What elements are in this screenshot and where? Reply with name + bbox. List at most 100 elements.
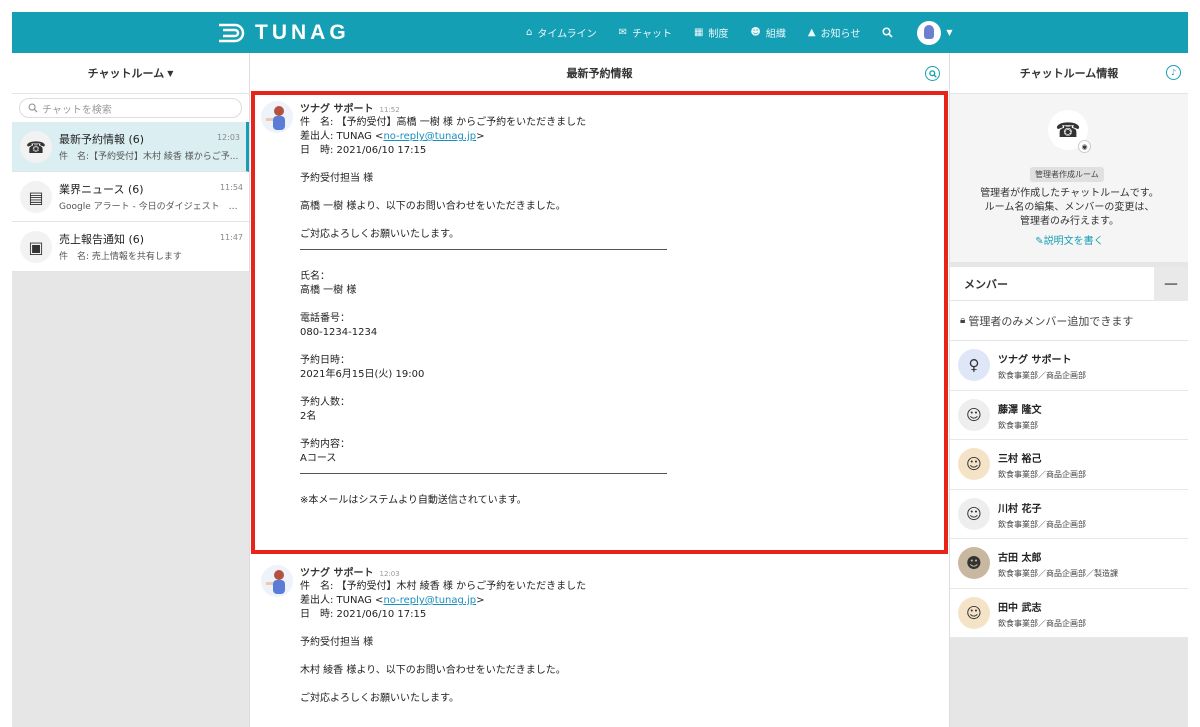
message-time: 12:03	[379, 570, 400, 578]
member-item[interactable]: ☺ 三村 裕己 飲食事業部／商品企画部	[950, 440, 1188, 490]
top-navigation-bar: TUNAG ⌂ タイムライン ✉ チャット ▦ 制度 ☻ 組織 ▲ お知らせ ▼	[12, 12, 1188, 53]
member-avatar: ♀	[958, 349, 990, 381]
members-header: メンバー —	[950, 267, 1188, 301]
chevron-down-icon: ▼	[167, 68, 174, 78]
home-icon: ⌂	[526, 27, 533, 38]
nav-label: チャット	[632, 29, 672, 40]
room-description: 管理者が作成したチャットルームです。 ルーム名の編集、メンバーの変更は、 管理者…	[962, 187, 1177, 229]
member-name: ツナグ サポート	[998, 355, 1072, 366]
date-line: 日 時: 2021/06/10 17:15	[300, 609, 427, 620]
phone-label: 電話番号：	[300, 313, 350, 324]
nav-timeline[interactable]: ⌂ タイムライン	[526, 25, 597, 40]
message-sender: ツナグ サポート 12:03	[300, 564, 400, 579]
member-name: 藤澤 隆文	[998, 404, 1042, 416]
room-info-title: チャットルーム情報	[1019, 67, 1119, 80]
description-line: 管理者のみ行えます。	[1020, 216, 1119, 227]
collapse-members-button[interactable]: —	[1154, 267, 1188, 301]
member-list: ♀ ツナグ サポート飲食事業部／商品企画部 ☺ 藤澤 隆文飲食事業部 ☺ 三村 裕己 飲食事…	[950, 341, 1188, 638]
member-name: 川村 花子	[998, 503, 1042, 515]
intro-line: 木村 綾香 様より、以下のお問い合わせをいただきました。	[300, 665, 566, 676]
room-time: 11:47	[219, 233, 243, 242]
from-line: 差出人: TUNAG <no-reply@tunag.jp>	[300, 594, 586, 608]
nav-organization[interactable]: ☻ 組織	[750, 25, 785, 40]
subject-line: 件 名: 【予約受付】高橋 一樹 様 からご予約をいただきました	[300, 117, 587, 128]
bell-icon: ▲	[807, 27, 816, 38]
member-avatar: ☺	[958, 596, 990, 629]
member-department: 飲食事業部／商品企画部	[998, 371, 1086, 380]
from-suffix: >	[476, 131, 485, 142]
bell-icon: ♪	[1170, 68, 1177, 77]
member-item[interactable]: ☺ 田中 武志 飲食事業部／商品企画部	[950, 588, 1188, 638]
support-avatar-icon	[261, 101, 293, 133]
member-avatar: ☺	[958, 398, 990, 431]
chat-search-wrapper: チャットを検索	[12, 94, 249, 122]
chat-room-item[interactable]: ▣ 売上報告通知 (6) 11:47 件 名: 売上情報を共有します	[12, 222, 249, 272]
date-line: 日 時: 2021/06/10 17:15	[300, 145, 427, 156]
edit-description-link[interactable]: ✎説明文を書く	[950, 232, 1189, 247]
edit-description-label: 説明文を書く	[1043, 236, 1104, 247]
nav-label: 制度	[708, 29, 729, 40]
nav-notifications[interactable]: ▲ お知らせ	[808, 25, 861, 40]
member-name: 田中 武志	[998, 602, 1042, 614]
member-item[interactable]: ☻ 古田 太郎 飲食事業部／商品企画部／製造課	[950, 539, 1188, 589]
room-info-header: チャットルーム情報 ♪	[950, 53, 1188, 94]
admin-only-note: 🔒︎ 管理者のみメンバー追加できます	[950, 301, 1188, 341]
people-label: 予約人数：	[300, 397, 350, 408]
sender-name: ツナグ サポート	[300, 568, 374, 579]
chat-room-info-panel: チャットルーム情報 ♪ ☎ ◉ 管理者作成ルーム 管理者が作成したチャットルーム…	[949, 53, 1188, 727]
user-avatar-menu[interactable]	[917, 20, 942, 45]
search-icon	[28, 103, 38, 113]
from-prefix: 差出人: TUNAG <	[300, 595, 384, 606]
member-department: 飲食事業部／商品企画部	[998, 519, 1086, 529]
notification-settings-button[interactable]: ♪	[1166, 65, 1181, 80]
chat-room-item[interactable]: ☎ 最新予約情報 (6) 12:03 件 名:【予約受付】木村 綾香 様からご予…	[12, 122, 249, 172]
chat-message: ツナグ サポート 12:03 件 名: 【予約受付】木村 綾香 様 からご予約をい…	[257, 561, 945, 727]
room-preview: 件 名:【予約受付】木村 綾香 様からご予...	[59, 152, 239, 162]
nav-label: タイムライン	[537, 29, 597, 40]
admin-note-text: 管理者のみメンバー追加できます	[968, 314, 1134, 328]
search-placeholder: チャットを検索	[42, 104, 112, 116]
room-title: 売上報告通知 (6)	[59, 233, 145, 246]
message-body: 件 名: 【予約受付】高橋 一樹 様 からご予約をいただきました 差出人: TU…	[300, 116, 668, 508]
from-prefix: 差出人: TUNAG <	[300, 131, 384, 142]
intro-line: 高橋 一樹 様より、以下のお問い合わせをいただきました。	[300, 201, 566, 212]
description-line: 管理者が作成したチャットルームです。	[980, 188, 1159, 199]
member-department: 飲食事業部	[998, 420, 1038, 430]
camera-icon[interactable]: ◉	[1078, 140, 1091, 153]
content-label: 予約内容：	[300, 439, 350, 450]
email-link[interactable]: no-reply@tunag.jp	[383, 595, 476, 606]
message-sender: ツナグ サポート 11:52	[300, 100, 400, 115]
member-item[interactable]: ☺ 藤澤 隆文飲食事業部	[950, 390, 1188, 440]
greeting-line: 予約受付担当 様	[300, 637, 374, 648]
chat-room-title-bar: 最新予約情報	[251, 53, 948, 94]
member-avatar: ☻	[958, 547, 990, 579]
divider	[300, 242, 668, 256]
email-link[interactable]: no-reply@tunag.jp	[383, 131, 476, 142]
nav-system[interactable]: ▦ 制度	[694, 25, 728, 40]
tunag-logo-mark-icon	[219, 23, 245, 43]
room-preview: Google アラート - 今日のダイジェスト 2...	[59, 202, 239, 212]
chat-icon: ✉	[618, 27, 628, 38]
member-item[interactable]: ☺ 川村 花子 飲食事業部／商品企画部	[950, 489, 1188, 539]
member-department: 飲食事業部／商品企画部／製造課	[998, 569, 1118, 578]
chat-room-dropdown[interactable]: チャットルーム ▼	[12, 53, 249, 94]
support-avatar-icon	[261, 565, 293, 597]
lock-icon: 🔒︎	[960, 315, 966, 326]
chevron-down-icon[interactable]: ▼	[946, 28, 952, 37]
organization-icon: ☻	[750, 27, 761, 38]
nav-chat[interactable]: ✉ チャット	[619, 25, 672, 40]
from-suffix: >	[476, 595, 485, 606]
member-item[interactable]: ♀ ツナグ サポート飲食事業部／商品企画部	[950, 341, 1188, 391]
room-time: 11:54	[219, 183, 243, 192]
chat-room-item[interactable]: ▤ 業界ニュース (6) 11:54 Google アラート - 今日のダイジェ…	[12, 172, 249, 222]
search-button[interactable]	[882, 27, 893, 38]
book-icon: ▦	[693, 27, 704, 38]
search-icon	[882, 27, 893, 38]
tunag-logo[interactable]: TUNAG	[217, 21, 350, 44]
message-search-button[interactable]	[925, 66, 940, 81]
phone-value: 080-1234-1234	[300, 327, 378, 338]
content-value: Aコース	[300, 453, 337, 464]
chat-room-title: 最新予約情報	[566, 67, 633, 80]
people-value: 2名	[300, 411, 317, 422]
chat-search-input[interactable]: チャットを検索	[19, 98, 242, 118]
